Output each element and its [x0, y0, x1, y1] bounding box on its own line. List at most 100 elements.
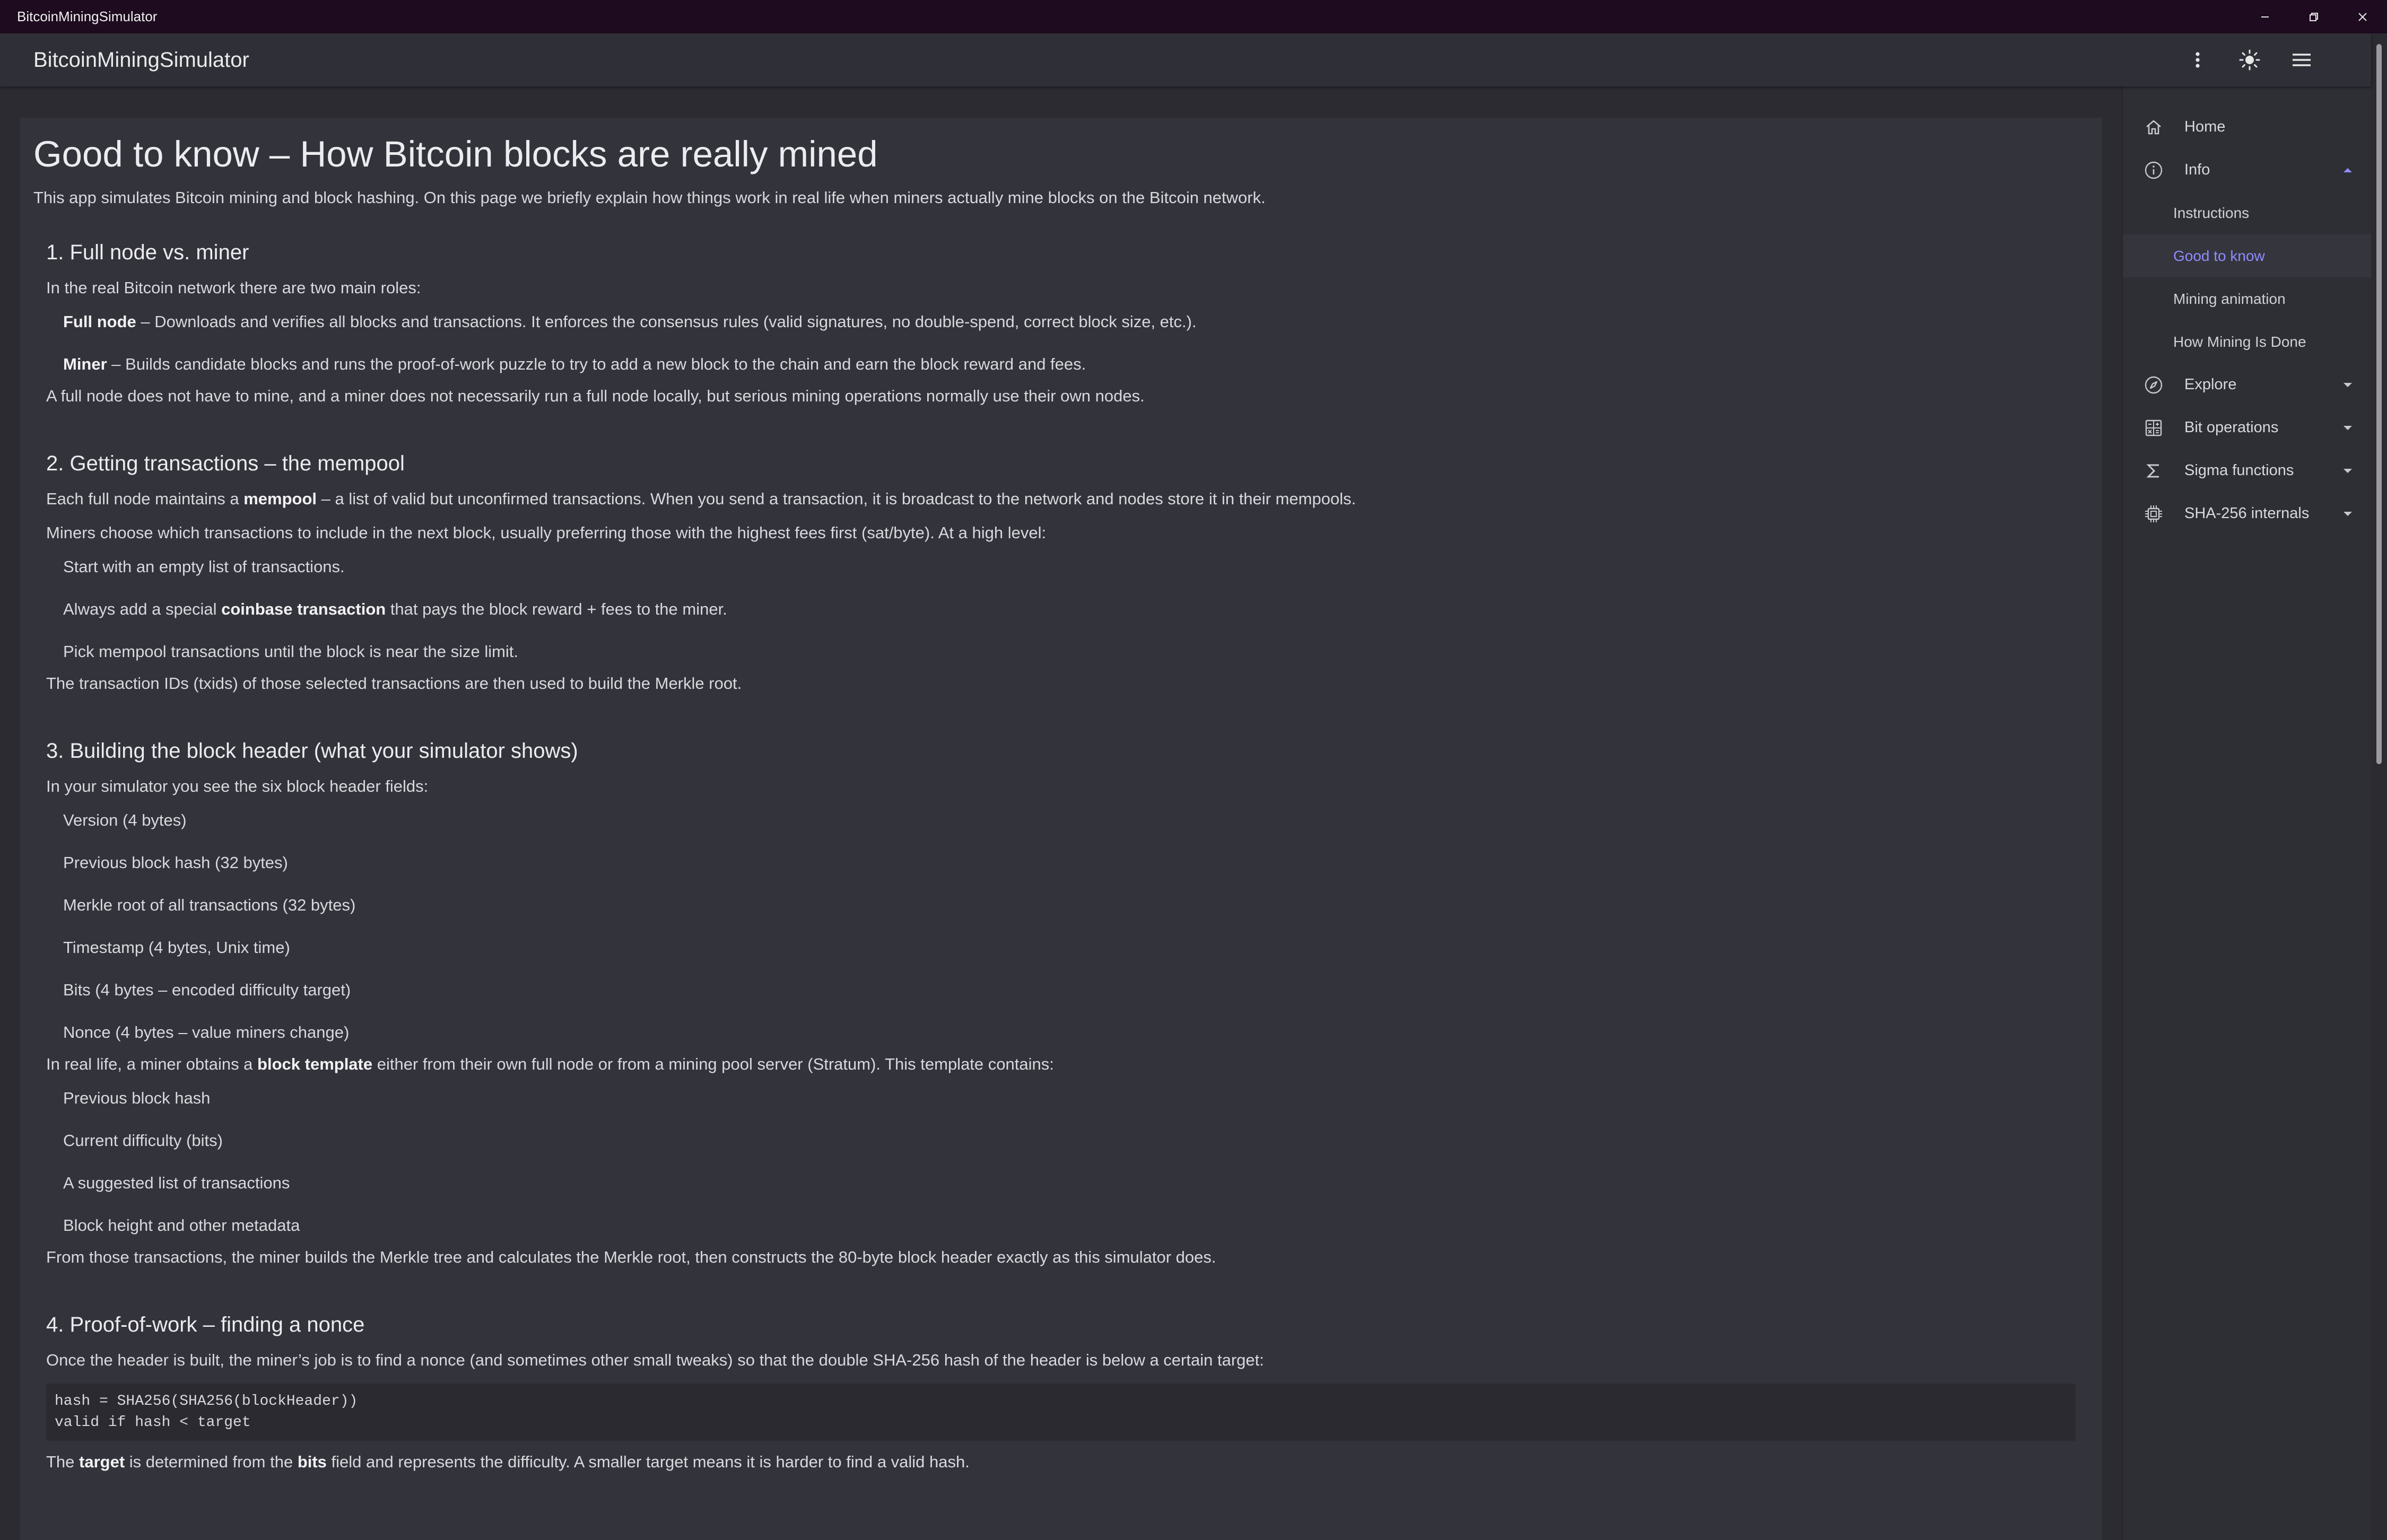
paragraph: From those transactions, the miner build…: [46, 1247, 1216, 1266]
text: that pays the block reward + fees to the…: [386, 599, 727, 618]
list-item: Bits (4 bytes – encoded difficulty targe…: [63, 980, 351, 999]
template-list: Previous block hash Current difficulty (…: [46, 1088, 2102, 1236]
definition: – Downloads and verifies all blocks and …: [136, 312, 1197, 331]
paragraph: Once the header is built, the miner’s jo…: [46, 1350, 1264, 1369]
minimize-icon[interactable]: [2241, 0, 2289, 33]
list-item: Block height and other metadata: [63, 1215, 300, 1235]
paragraph: In real life, a miner obtains a block te…: [46, 1054, 2102, 1075]
main-content[interactable]: Good to know – How Bitcoin blocks are re…: [20, 118, 2102, 1540]
more-vert-icon[interactable]: [2172, 34, 2224, 86]
nav-item-label: Explore: [2184, 376, 2237, 393]
calculator-icon: [2142, 416, 2165, 440]
list-item: Timestamp (4 bytes, Unix time): [63, 938, 290, 957]
roles-list: Full node – Downloads and verifies all b…: [46, 311, 2102, 375]
home-icon: [2142, 116, 2165, 139]
nav-sub-mining-animation[interactable]: Mining animation: [2123, 277, 2372, 320]
compass-icon: [2142, 373, 2165, 397]
term: coinbase transaction: [221, 599, 386, 618]
definition: – Builds candidate blocks and runs the p…: [107, 354, 1086, 373]
term: bits: [297, 1452, 327, 1471]
steps-list: Start with an empty list of transactions…: [46, 556, 2102, 662]
info-icon: [2142, 159, 2165, 182]
sigma-icon: [2142, 459, 2165, 483]
header-fields-list: Version (4 bytes) Previous block hash (3…: [46, 810, 2102, 1043]
nav-item-home[interactable]: Home: [2123, 106, 2372, 148]
section-heading: 4. Proof-of-work – finding a nonce: [46, 1312, 365, 1336]
list-item: Current difficulty (bits): [63, 1131, 223, 1150]
paragraph: The target is determined from the bits f…: [46, 1451, 2102, 1473]
close-icon[interactable]: [2338, 0, 2387, 33]
text: Always add a special: [63, 599, 222, 618]
code-block: hash = SHA256(SHA256(blockHeader)) valid …: [46, 1383, 2076, 1441]
side-nav: Home Info Instructions Good to know Mini…: [2122, 86, 2372, 1540]
list-item: Always add a special coinbase transactio…: [63, 599, 2102, 620]
paragraph: Each full node maintains a mempool – a l…: [46, 488, 2102, 510]
nav-item-label: Sigma functions: [2184, 462, 2294, 479]
nav-item-label: Bit operations: [2184, 419, 2279, 436]
term: Full node: [63, 312, 136, 331]
app-title: BitcoinMiningSimulator: [33, 48, 249, 72]
menu-icon[interactable]: [2276, 34, 2328, 86]
paragraph: A full node does not have to mine, and a…: [46, 386, 1145, 405]
section-proof-of-work-cont: The target is determined from the bits f…: [33, 1451, 2102, 1473]
text: In real life, a miner obtains a: [46, 1054, 258, 1073]
nav-sub-how-mining-is-done[interactable]: How Mining Is Done: [2123, 320, 2372, 363]
restore-icon[interactable]: [2289, 0, 2338, 33]
page-intro: This app simulates Bitcoin mining and bl…: [33, 188, 1266, 207]
nav-item-label: Info: [2184, 161, 2210, 178]
page-title: Good to know – How Bitcoin blocks are re…: [33, 134, 878, 174]
app-toolbar: [2172, 34, 2328, 86]
nav-item-info[interactable]: Info: [2123, 148, 2372, 191]
list-item: Previous block hash (32 bytes): [63, 853, 288, 872]
list-item: Merkle root of all transactions (32 byte…: [63, 895, 356, 914]
list-item: Start with an empty list of transactions…: [63, 557, 345, 576]
nav-item-sigma-functions[interactable]: Sigma functions: [2123, 449, 2372, 492]
list-item: Nonce (4 bytes – value miners change): [63, 1022, 350, 1042]
list-item: Full node – Downloads and verifies all b…: [63, 311, 2102, 332]
section-block-header: 3. Building the block header (what your …: [33, 738, 2102, 1268]
window-titlebar: BitcoinMiningSimulator: [0, 0, 2387, 33]
list-item: Miner – Builds candidate blocks and runs…: [63, 354, 2102, 375]
nav-sub-instructions[interactable]: Instructions: [2123, 191, 2372, 234]
term: block template: [257, 1054, 373, 1073]
nav-item-bit-operations[interactable]: Bit operations: [2123, 406, 2372, 449]
window-controls: [2241, 0, 2387, 33]
text: – a list of valid but unconfirmed transa…: [317, 489, 1356, 508]
brightness-icon[interactable]: [2224, 34, 2276, 86]
paragraph: The transaction IDs (txids) of those sel…: [46, 673, 742, 693]
term: Miner: [63, 354, 107, 373]
chevron-down-icon: [2337, 468, 2358, 474]
nav-item-explore[interactable]: Explore: [2123, 363, 2372, 406]
list-item: Previous block hash: [63, 1088, 211, 1107]
section-full-node-vs-miner: 1. Full node vs. miner In the real Bitco…: [33, 239, 2102, 407]
chevron-up-icon: [2337, 167, 2358, 173]
list-item: A suggested list of transactions: [63, 1173, 290, 1192]
paragraph: In your simulator you see the six block …: [46, 776, 429, 795]
text: Each full node maintains a: [46, 489, 244, 508]
section-proof-of-work: 4. Proof-of-work – finding a nonce Once …: [33, 1311, 2102, 1371]
text: either from their own full node or from …: [372, 1054, 1054, 1073]
chevron-down-icon: [2337, 511, 2358, 517]
list-item: Version (4 bytes): [63, 810, 187, 829]
paragraph: Miners choose which transactions to incl…: [46, 523, 1047, 542]
paragraph: In the real Bitcoin network there are tw…: [46, 278, 421, 297]
section-heading: 1. Full node vs. miner: [46, 240, 249, 264]
nav-item-label: Home: [2184, 118, 2226, 135]
nav-sub-good-to-know[interactable]: Good to know: [2123, 234, 2372, 277]
nav-item-label: SHA-256 internals: [2184, 505, 2310, 522]
chevron-down-icon: [2337, 382, 2358, 388]
window-title: BitcoinMiningSimulator: [17, 8, 158, 24]
code-line: valid if hash < target: [55, 1414, 251, 1431]
nav-item-sha256-internals[interactable]: SHA-256 internals: [2123, 492, 2372, 535]
text: is determined from the: [125, 1452, 298, 1471]
code-line: hash = SHA256(SHA256(blockHeader)): [55, 1393, 358, 1410]
text: The: [46, 1452, 80, 1471]
term: target: [79, 1452, 125, 1471]
section-heading: 3. Building the block header (what your …: [46, 739, 578, 763]
section-heading: 2. Getting transactions – the mempool: [46, 451, 405, 475]
scrollbar-thumb[interactable]: [2376, 44, 2382, 764]
app-bar: BitcoinMiningSimulator: [0, 33, 2371, 86]
chevron-down-icon: [2337, 425, 2358, 431]
text: field and represents the difficulty. A s…: [326, 1452, 970, 1471]
section-mempool: 2. Getting transactions – the mempool Ea…: [33, 450, 2102, 694]
